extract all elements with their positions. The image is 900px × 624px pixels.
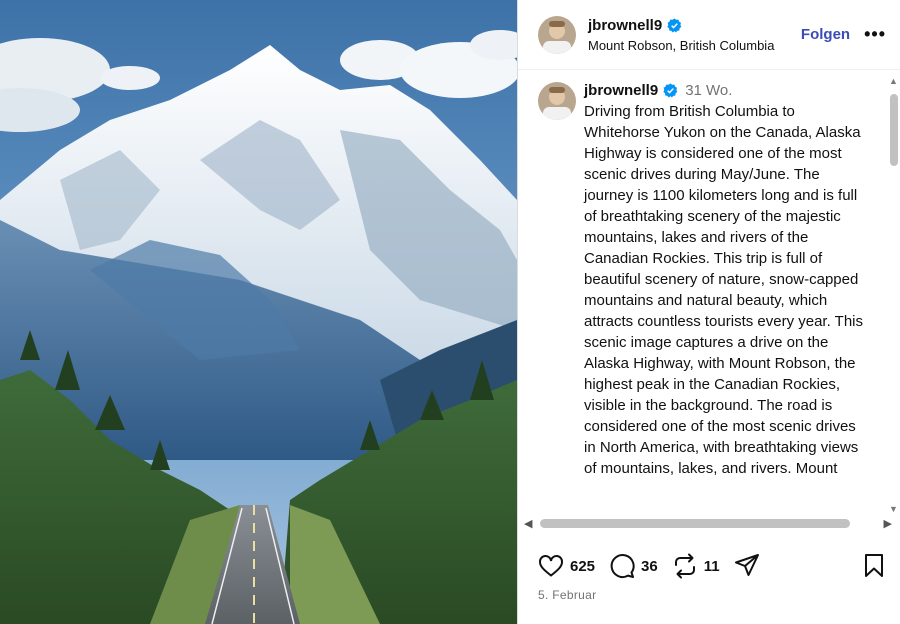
bookmark-icon[interactable] bbox=[862, 552, 886, 578]
post-header-text: jbrownell9 Mount Robson, British Columbi… bbox=[588, 17, 801, 53]
share-action[interactable] bbox=[734, 553, 766, 579]
scroll-left-arrow-icon[interactable]: ◀ bbox=[524, 517, 532, 530]
verified-badge-icon bbox=[667, 17, 682, 33]
horizontal-scroll-thumb[interactable] bbox=[540, 519, 850, 528]
comment-bubble-icon[interactable] bbox=[609, 553, 635, 579]
mountain-road-photo bbox=[0, 0, 517, 624]
caption-username[interactable]: jbrownell9 bbox=[584, 82, 658, 99]
like-count[interactable]: 625 bbox=[570, 558, 595, 575]
caption-text: Driving from British Columbia to Whiteho… bbox=[584, 103, 864, 477]
scroll-down-arrow-icon[interactable]: ▼ bbox=[889, 504, 898, 514]
like-action[interactable]: 625 bbox=[538, 554, 595, 578]
save-action[interactable] bbox=[862, 552, 886, 583]
send-icon[interactable] bbox=[734, 553, 760, 579]
more-options-button[interactable]: ••• bbox=[864, 24, 886, 45]
post-author-username[interactable]: jbrownell9 bbox=[588, 17, 662, 34]
vertical-scroll-thumb[interactable] bbox=[890, 94, 898, 166]
caption-body: jbrownell9 31 Wo. Driving from British C… bbox=[584, 82, 869, 514]
vertical-scrollbar[interactable]: ▲ ▼ bbox=[888, 72, 900, 516]
action-bar: 625 36 11 bbox=[538, 550, 886, 582]
post-author: jbrownell9 bbox=[588, 17, 801, 34]
horizontal-scrollbar[interactable]: ◀ ▶ bbox=[522, 516, 892, 532]
post-details-pane: jbrownell9 Mount Robson, British Columbi… bbox=[517, 0, 900, 624]
caption-author: jbrownell9 31 Wo. bbox=[584, 82, 869, 99]
comment-count[interactable]: 36 bbox=[641, 558, 658, 575]
caption-avatar[interactable] bbox=[538, 82, 576, 120]
scroll-right-arrow-icon[interactable]: ▶ bbox=[884, 517, 892, 530]
post-header: jbrownell9 Mount Robson, British Columbi… bbox=[518, 0, 900, 70]
heart-icon[interactable] bbox=[538, 554, 564, 578]
post-location[interactable]: Mount Robson, British Columbia bbox=[588, 38, 801, 53]
follow-button[interactable]: Folgen bbox=[801, 26, 850, 43]
avatar-image bbox=[538, 82, 576, 120]
caption-age: 31 Wo. bbox=[685, 82, 733, 99]
post-image[interactable] bbox=[0, 0, 517, 624]
caption: jbrownell9 31 Wo. Driving from British C… bbox=[538, 82, 883, 514]
verified-badge-icon bbox=[663, 83, 678, 98]
comment-action[interactable]: 36 bbox=[609, 553, 658, 579]
repost-icon[interactable] bbox=[672, 553, 698, 579]
repost-action[interactable]: 11 bbox=[672, 553, 720, 579]
scroll-up-arrow-icon[interactable]: ▲ bbox=[889, 76, 898, 86]
post-dialog: jbrownell9 Mount Robson, British Columbi… bbox=[0, 0, 900, 624]
post-date[interactable]: 5. Februar bbox=[538, 588, 596, 602]
avatar-image bbox=[538, 15, 576, 54]
avatar[interactable] bbox=[538, 15, 576, 54]
repost-count[interactable]: 11 bbox=[704, 558, 720, 575]
